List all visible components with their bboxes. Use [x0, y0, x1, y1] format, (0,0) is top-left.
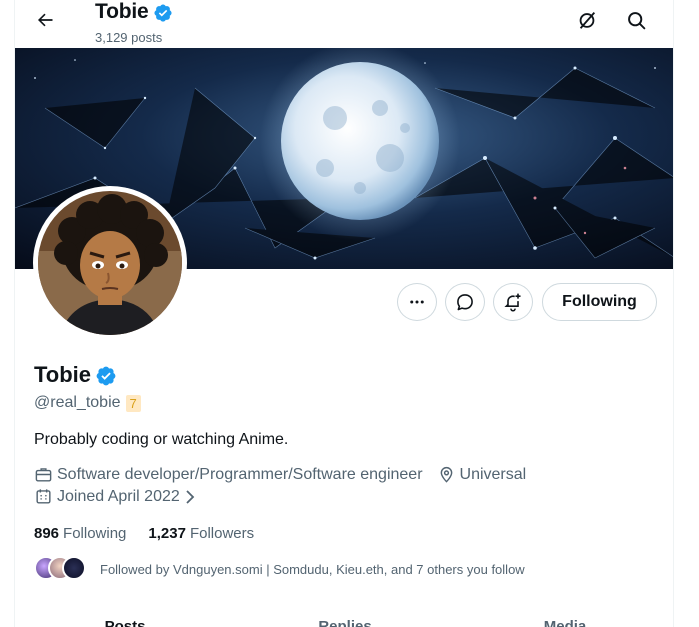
following-count: 896	[34, 525, 60, 542]
slash-circle-icon	[579, 12, 596, 29]
grok-button[interactable]	[573, 6, 601, 34]
tab-media[interactable]: Media	[455, 612, 673, 627]
profile-meta-row: Software developer/Programmer/Software e…	[34, 465, 540, 484]
occupation-item: Software developer/Programmer/Software e…	[34, 465, 423, 484]
tab-posts[interactable]: Posts	[15, 612, 235, 627]
profile-name: Tobie	[34, 362, 92, 387]
following-button[interactable]: Following	[542, 283, 657, 321]
header-post-count: 3,129 posts	[95, 30, 163, 45]
profile-joined-row: Joined April 2022	[34, 487, 211, 506]
verified-badge-icon	[154, 4, 172, 22]
joined-date[interactable]: Joined April 2022	[34, 487, 197, 506]
calendar-icon	[36, 489, 51, 504]
followers-count-link[interactable]: 1,237 Followers	[148, 525, 254, 542]
profile-stats: 896 Following 1,237 Followers	[34, 525, 276, 542]
search-icon	[627, 11, 645, 29]
header-title-group: Tobie	[95, 0, 173, 24]
profile-avatar[interactable]	[33, 186, 187, 340]
location-text: Universal	[459, 465, 527, 483]
following-count-link[interactable]: 896 Following	[34, 525, 126, 542]
avatar-image	[38, 191, 182, 335]
profile-handle-row: @real_tobie 7	[34, 394, 141, 412]
handle-badge: 7	[125, 394, 141, 412]
profile-page: Tobie 3,129 posts Following Tobie @real_…	[14, 0, 674, 627]
message-bubble-icon	[457, 294, 473, 311]
follower-avatars	[34, 556, 98, 582]
followed-by-text: Followed by Vdnguyen.somi | Somdudu, Kie…	[100, 561, 525, 577]
bell-plus-icon	[504, 293, 521, 312]
follower-avatar	[62, 556, 86, 580]
location-pin-icon	[440, 466, 452, 483]
followers-count: 1,237	[148, 525, 186, 542]
followed-by-row[interactable]: Followed by Vdnguyen.somi | Somdudu, Kie…	[34, 556, 525, 582]
occupation-text: Software developer/Programmer/Software e…	[57, 465, 423, 483]
tab-replies[interactable]: Replies	[235, 612, 455, 627]
chevron-right-icon	[186, 489, 195, 504]
message-button[interactable]	[445, 283, 485, 321]
profile-bio: Probably coding or watching Anime.	[34, 431, 289, 448]
verified-badge-icon[interactable]	[95, 365, 117, 387]
arrow-left-icon	[38, 13, 53, 27]
more-horizontal-icon	[410, 300, 424, 304]
search-button[interactable]	[622, 6, 650, 34]
joined-text: Joined April 2022	[57, 487, 180, 505]
more-button[interactable]	[397, 283, 437, 321]
profile-name-row: Tobie	[34, 362, 117, 388]
following-label: Following	[63, 525, 127, 542]
header-title: Tobie	[95, 0, 149, 23]
briefcase-icon	[35, 468, 52, 482]
top-bar: Tobie 3,129 posts	[15, 0, 673, 48]
followers-label: Followers	[189, 525, 255, 542]
notify-button[interactable]	[493, 283, 533, 321]
back-button[interactable]	[29, 4, 61, 36]
profile-tabs: Posts Replies Media	[15, 612, 673, 627]
profile-handle: @real_tobie	[34, 394, 121, 411]
location-item: Universal	[437, 465, 527, 484]
